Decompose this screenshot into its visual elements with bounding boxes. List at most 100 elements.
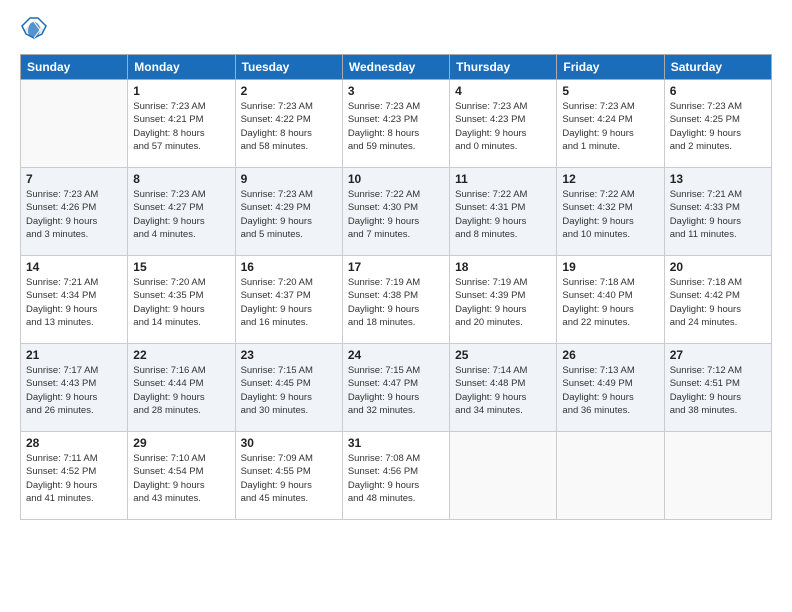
day-number: 28 <box>26 436 122 450</box>
calendar-cell <box>21 80 128 168</box>
day-number: 30 <box>241 436 337 450</box>
day-number: 22 <box>133 348 229 362</box>
day-info: Sunrise: 7:21 AM Sunset: 4:34 PM Dayligh… <box>26 276 122 329</box>
calendar-cell: 7 Sunrise: 7:23 AM Sunset: 4:26 PM Daylig… <box>21 168 128 256</box>
day-number: 19 <box>562 260 658 274</box>
calendar-cell: 23 Sunrise: 7:15 AM Sunset: 4:45 PM Dayli… <box>235 344 342 432</box>
calendar-cell <box>450 432 557 520</box>
day-number: 10 <box>348 172 444 186</box>
day-number: 27 <box>670 348 766 362</box>
calendar-week-row: 1Sunrise: 7:23 AM Sunset: 4:21 PM Daylig… <box>21 80 772 168</box>
day-number: 4 <box>455 84 551 98</box>
day-number: 1 <box>133 84 229 98</box>
calendar-week-row: 7 Sunrise: 7:23 AM Sunset: 4:26 PM Daylig… <box>21 168 772 256</box>
day-info: Sunrise: 7:23 AM Sunset: 4:25 PM Dayligh… <box>670 100 766 153</box>
day-number: 31 <box>348 436 444 450</box>
calendar-cell: 30 Sunrise: 7:09 AM Sunset: 4:55 PM Dayli… <box>235 432 342 520</box>
day-info: Sunrise: 7:10 AM Sunset: 4:54 PM Dayligh… <box>133 452 229 505</box>
calendar-cell: 8Sunrise: 7:23 AM Sunset: 4:27 PM Daylig… <box>128 168 235 256</box>
day-number: 3 <box>348 84 444 98</box>
day-number: 29 <box>133 436 229 450</box>
day-info: Sunrise: 7:13 AM Sunset: 4:49 PM Dayligh… <box>562 364 658 417</box>
calendar-cell: 12 Sunrise: 7:22 AM Sunset: 4:32 PM Dayli… <box>557 168 664 256</box>
day-number: 15 <box>133 260 229 274</box>
day-info: Sunrise: 7:15 AM Sunset: 4:47 PM Dayligh… <box>348 364 444 417</box>
calendar-cell: 24 Sunrise: 7:15 AM Sunset: 4:47 PM Dayli… <box>342 344 449 432</box>
calendar-header-tuesday: Tuesday <box>235 55 342 80</box>
day-info: Sunrise: 7:22 AM Sunset: 4:32 PM Dayligh… <box>562 188 658 241</box>
day-info: Sunrise: 7:12 AM Sunset: 4:51 PM Dayligh… <box>670 364 766 417</box>
calendar-header-sunday: Sunday <box>21 55 128 80</box>
calendar-cell: 29 Sunrise: 7:10 AM Sunset: 4:54 PM Dayli… <box>128 432 235 520</box>
day-info: Sunrise: 7:11 AM Sunset: 4:52 PM Dayligh… <box>26 452 122 505</box>
day-info: Sunrise: 7:23 AM Sunset: 4:23 PM Dayligh… <box>455 100 551 153</box>
day-info: Sunrise: 7:23 AM Sunset: 4:24 PM Dayligh… <box>562 100 658 153</box>
logo-icon <box>20 16 48 44</box>
day-info: Sunrise: 7:19 AM Sunset: 4:39 PM Dayligh… <box>455 276 551 329</box>
calendar-cell: 26 Sunrise: 7:13 AM Sunset: 4:49 PM Dayli… <box>557 344 664 432</box>
day-number: 20 <box>670 260 766 274</box>
day-info: Sunrise: 7:20 AM Sunset: 4:35 PM Dayligh… <box>133 276 229 329</box>
day-info: Sunrise: 7:09 AM Sunset: 4:55 PM Dayligh… <box>241 452 337 505</box>
day-info: Sunrise: 7:14 AM Sunset: 4:48 PM Dayligh… <box>455 364 551 417</box>
day-info: Sunrise: 7:18 AM Sunset: 4:42 PM Dayligh… <box>670 276 766 329</box>
calendar-cell: 6 Sunrise: 7:23 AM Sunset: 4:25 PM Daylig… <box>664 80 771 168</box>
day-number: 5 <box>562 84 658 98</box>
calendar-cell: 9 Sunrise: 7:23 AM Sunset: 4:29 PM Daylig… <box>235 168 342 256</box>
day-number: 6 <box>670 84 766 98</box>
calendar-cell: 5 Sunrise: 7:23 AM Sunset: 4:24 PM Daylig… <box>557 80 664 168</box>
day-number: 7 <box>26 172 122 186</box>
calendar-cell: 14 Sunrise: 7:21 AM Sunset: 4:34 PM Dayli… <box>21 256 128 344</box>
day-info: Sunrise: 7:22 AM Sunset: 4:30 PM Dayligh… <box>348 188 444 241</box>
day-number: 23 <box>241 348 337 362</box>
calendar-header-monday: Monday <box>128 55 235 80</box>
day-number: 18 <box>455 260 551 274</box>
calendar-cell: 1Sunrise: 7:23 AM Sunset: 4:21 PM Daylig… <box>128 80 235 168</box>
calendar-cell: 28 Sunrise: 7:11 AM Sunset: 4:52 PM Dayli… <box>21 432 128 520</box>
logo <box>20 16 52 44</box>
calendar-cell: 10 Sunrise: 7:22 AM Sunset: 4:30 PM Dayli… <box>342 168 449 256</box>
day-info: Sunrise: 7:19 AM Sunset: 4:38 PM Dayligh… <box>348 276 444 329</box>
day-info: Sunrise: 7:21 AM Sunset: 4:33 PM Dayligh… <box>670 188 766 241</box>
day-number: 16 <box>241 260 337 274</box>
calendar-cell: 31 Sunrise: 7:08 AM Sunset: 4:56 PM Dayli… <box>342 432 449 520</box>
day-info: Sunrise: 7:23 AM Sunset: 4:29 PM Dayligh… <box>241 188 337 241</box>
calendar: SundayMondayTuesdayWednesdayThursdayFrid… <box>20 54 772 520</box>
day-info: Sunrise: 7:17 AM Sunset: 4:43 PM Dayligh… <box>26 364 122 417</box>
day-info: Sunrise: 7:15 AM Sunset: 4:45 PM Dayligh… <box>241 364 337 417</box>
calendar-cell: 2Sunrise: 7:23 AM Sunset: 4:22 PM Daylig… <box>235 80 342 168</box>
calendar-week-row: 28 Sunrise: 7:11 AM Sunset: 4:52 PM Dayli… <box>21 432 772 520</box>
day-number: 14 <box>26 260 122 274</box>
calendar-header-thursday: Thursday <box>450 55 557 80</box>
day-number: 26 <box>562 348 658 362</box>
calendar-cell: 3 Sunrise: 7:23 AM Sunset: 4:23 PM Daylig… <box>342 80 449 168</box>
calendar-cell: 21 Sunrise: 7:17 AM Sunset: 4:43 PM Dayli… <box>21 344 128 432</box>
day-info: Sunrise: 7:22 AM Sunset: 4:31 PM Dayligh… <box>455 188 551 241</box>
calendar-cell: 11 Sunrise: 7:22 AM Sunset: 4:31 PM Dayli… <box>450 168 557 256</box>
calendar-cell: 15 Sunrise: 7:20 AM Sunset: 4:35 PM Dayli… <box>128 256 235 344</box>
day-info: Sunrise: 7:23 AM Sunset: 4:23 PM Dayligh… <box>348 100 444 153</box>
day-number: 12 <box>562 172 658 186</box>
day-info: Sunrise: 7:08 AM Sunset: 4:56 PM Dayligh… <box>348 452 444 505</box>
calendar-cell: 13 Sunrise: 7:21 AM Sunset: 4:33 PM Dayli… <box>664 168 771 256</box>
calendar-cell: 16Sunrise: 7:20 AM Sunset: 4:37 PM Dayli… <box>235 256 342 344</box>
day-info: Sunrise: 7:16 AM Sunset: 4:44 PM Dayligh… <box>133 364 229 417</box>
calendar-week-row: 14 Sunrise: 7:21 AM Sunset: 4:34 PM Dayli… <box>21 256 772 344</box>
day-number: 21 <box>26 348 122 362</box>
calendar-cell: 18 Sunrise: 7:19 AM Sunset: 4:39 PM Dayli… <box>450 256 557 344</box>
day-number: 24 <box>348 348 444 362</box>
day-number: 9 <box>241 172 337 186</box>
day-number: 25 <box>455 348 551 362</box>
calendar-week-row: 21 Sunrise: 7:17 AM Sunset: 4:43 PM Dayli… <box>21 344 772 432</box>
calendar-cell: 4 Sunrise: 7:23 AM Sunset: 4:23 PM Daylig… <box>450 80 557 168</box>
day-number: 11 <box>455 172 551 186</box>
day-number: 17 <box>348 260 444 274</box>
day-info: Sunrise: 7:18 AM Sunset: 4:40 PM Dayligh… <box>562 276 658 329</box>
calendar-header-wednesday: Wednesday <box>342 55 449 80</box>
day-number: 13 <box>670 172 766 186</box>
calendar-cell: 19 Sunrise: 7:18 AM Sunset: 4:40 PM Dayli… <box>557 256 664 344</box>
calendar-header-friday: Friday <box>557 55 664 80</box>
day-number: 2 <box>241 84 337 98</box>
day-info: Sunrise: 7:23 AM Sunset: 4:27 PM Dayligh… <box>133 188 229 241</box>
day-info: Sunrise: 7:23 AM Sunset: 4:26 PM Dayligh… <box>26 188 122 241</box>
